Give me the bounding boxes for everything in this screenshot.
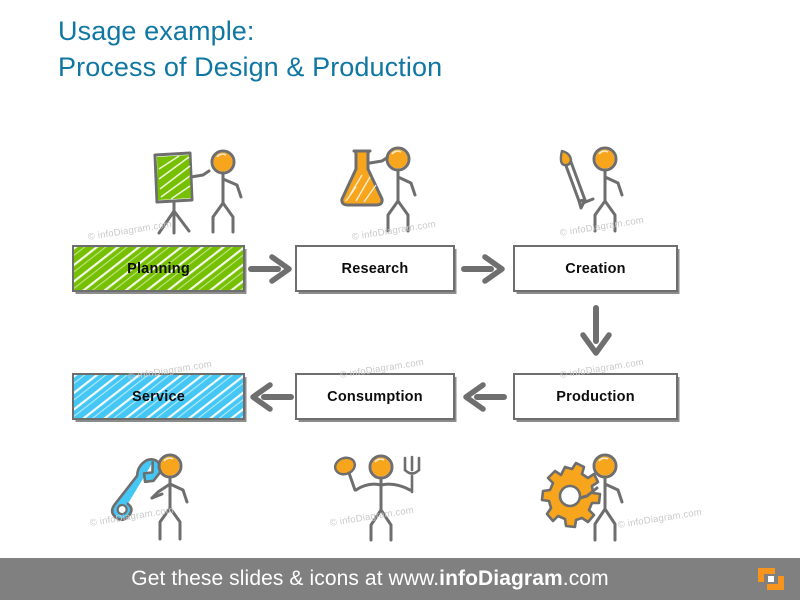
page-title-line2: Process of Design & Production [58,52,443,82]
flask-scientist-icon [340,146,417,233]
wrench-technician-icon [110,453,189,541]
footer-text-prefix: Get these slides & icons at www. [131,567,440,590]
arrow-planning-to-research [248,254,292,284]
process-label-research: Research [341,260,409,277]
process-box-service[interactable]: Service [72,373,245,420]
process-box-creation[interactable]: Creation [513,245,678,292]
arrow-research-to-creation [461,254,505,284]
footer-cta-text: Get these slides & icons at www. infoDiag… [0,558,740,600]
process-box-research[interactable]: Research [295,245,455,292]
infodiagram-logo-icon [758,568,784,590]
footer-text-suffix: .com [562,567,609,590]
page-title-line1: Usage example: [58,16,255,46]
footer-text-brand: infoDiagram [439,567,563,590]
process-label-consumption: Consumption [327,388,423,405]
fork-spoon-consumer-icon [333,454,421,542]
flipchart-presenter-icon [153,149,243,235]
process-label-production: Production [556,388,635,405]
gears-worker-icon [540,453,624,542]
arrow-creation-to-production [580,305,612,356]
process-label-creation: Creation [565,260,626,277]
arrow-consumption-to-service [250,382,294,412]
paintbrush-artist-icon [559,146,624,233]
process-label-planning: Planning [127,260,190,277]
arrow-production-to-consumption [463,382,507,412]
slide-canvas: Usage example: Process of Design & Produ… [0,0,800,600]
process-label-service: Service [132,388,185,405]
process-box-planning[interactable]: Planning [72,245,245,292]
process-box-production[interactable]: Production [513,373,678,420]
footer-banner: Get these slides & icons at www. infoDiag… [0,558,800,600]
process-box-consumption[interactable]: Consumption [295,373,455,420]
